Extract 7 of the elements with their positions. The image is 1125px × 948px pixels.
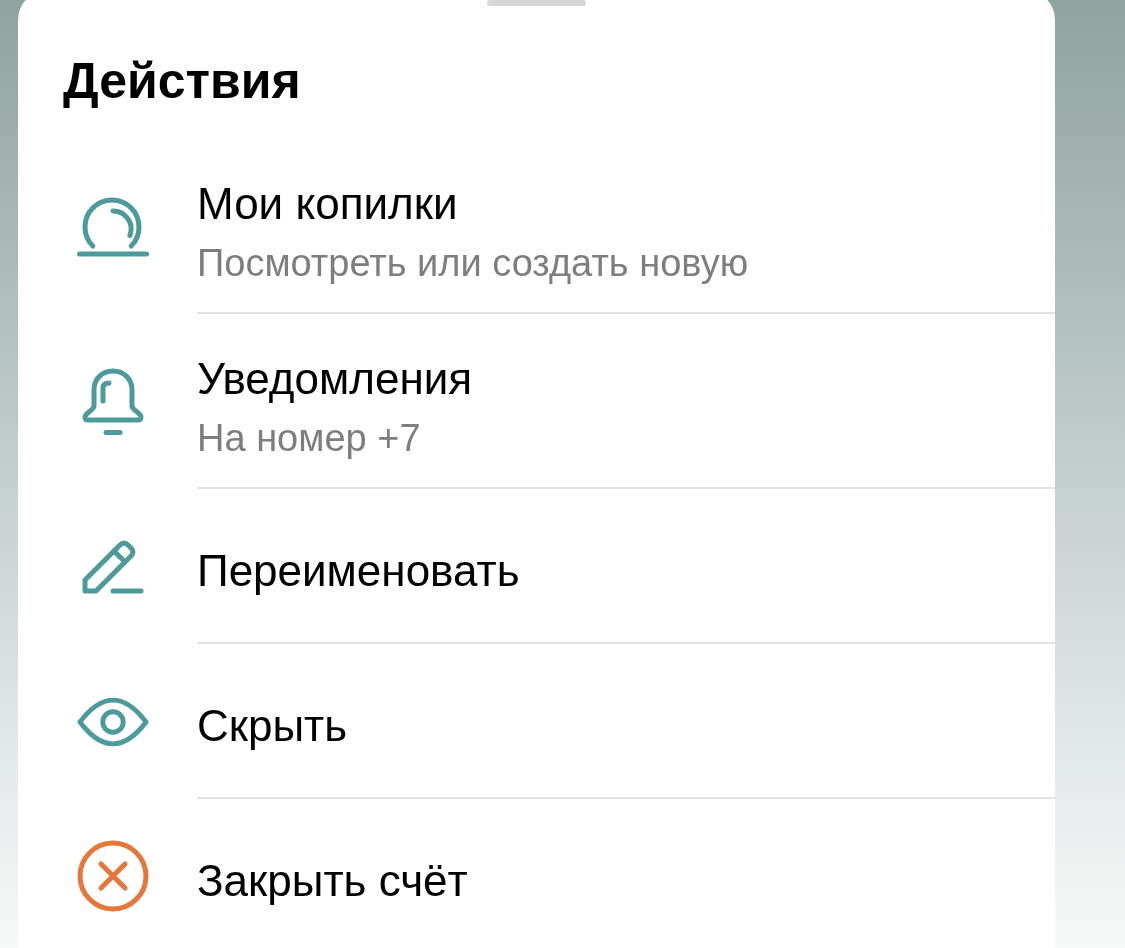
menu-item[interactable]: Переименовать [18, 489, 1055, 644]
menu-item[interactable]: Уведомления На номер +7 [18, 314, 1055, 489]
sheet-title: Действия [63, 52, 301, 110]
drag-handle[interactable] [487, 0, 586, 6]
menu-item[interactable]: Скрыть [18, 644, 1055, 799]
menu-item[interactable]: Закрыть счёт [18, 799, 1055, 948]
menu-item[interactable]: Мои копилки Посмотреть или создать новую [18, 139, 1055, 314]
